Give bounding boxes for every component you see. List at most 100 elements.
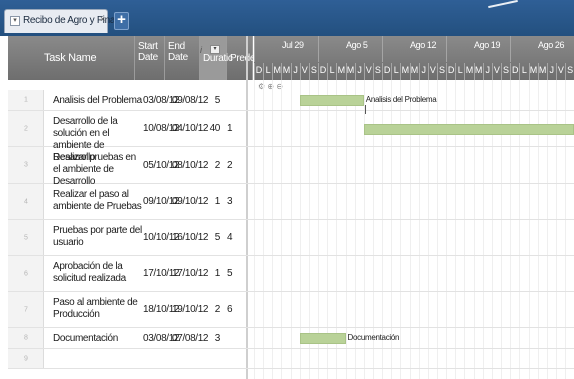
row-number[interactable]: 2	[8, 111, 44, 146]
predecessor-cell[interactable]: 3	[227, 196, 233, 208]
duration-cell[interactable]: 40	[204, 123, 221, 135]
end-date-cell[interactable]: 17/10/12	[172, 268, 208, 280]
table-row[interactable]: 4 Realizar el paso al ambiente de Pruebas…	[8, 184, 574, 220]
day-label: M	[345, 63, 355, 80]
predecessor-cell[interactable]: 4	[227, 232, 233, 244]
duration-cell[interactable]: 3	[204, 333, 221, 345]
predecessor-cell[interactable]: 1	[227, 123, 233, 135]
week-label: Ago 26	[538, 40, 565, 50]
table-row[interactable]: 3 Realizar pruebas en el ambiente de Desa…	[8, 147, 574, 187]
duration-cell[interactable]: 2	[204, 304, 221, 316]
column-header-end[interactable]: End Date	[165, 36, 200, 80]
predecessor-cell[interactable]: 5	[227, 268, 233, 280]
end-date-cell[interactable]: 09/10/12	[172, 196, 208, 208]
day-label: L	[455, 63, 464, 80]
grid-header: Task Name Start Date End Date Duratic Pr…	[8, 36, 265, 80]
day-label: D	[382, 63, 391, 80]
day-label: V	[491, 63, 501, 80]
day-label: L	[263, 63, 272, 80]
table-row[interactable]: 5 Pruebas por parte del usuario 10/10/12 16…	[8, 220, 574, 256]
day-label: M	[473, 63, 483, 80]
info-icon[interactable]: i	[200, 45, 202, 55]
day-label: M	[537, 63, 547, 80]
duration-cell[interactable]: 1	[204, 268, 221, 280]
day-label: J	[546, 63, 556, 80]
task-name-cell[interactable]: Aprobación de la solicitud realizada	[53, 261, 145, 285]
filter-dropdown-icon[interactable]: ▾	[210, 45, 220, 54]
column-header-task[interactable]: Task Name	[8, 36, 135, 80]
day-label: V	[363, 63, 373, 80]
task-bar[interactable]	[299, 95, 364, 106]
table-row[interactable]: 1 Analisis del Problema 03/08/12 09/08/12 5	[8, 90, 574, 111]
row-number[interactable]: 3	[8, 147, 44, 183]
tab-bar: ▾ Recibo de Agro y Finagro × +	[0, 0, 574, 36]
week-separator	[446, 36, 447, 62]
day-label: M	[272, 63, 281, 80]
week-label: Jul 29	[282, 40, 304, 50]
day-label: L	[391, 63, 400, 80]
row-number[interactable]: 5	[8, 220, 44, 255]
end-date-cell[interactable]: 07/08/12	[172, 333, 208, 345]
day-label: J	[354, 63, 364, 80]
day-label: M	[528, 63, 538, 80]
table-row[interactable]: 6 Aprobación de la solicitud realizada 17/…	[8, 256, 574, 292]
end-date-cell[interactable]: 04/10/12	[172, 123, 208, 135]
day-label: S	[308, 63, 318, 80]
predecessor-cell[interactable]: 2	[227, 160, 233, 172]
duration-cell[interactable]: 5	[204, 232, 221, 244]
duration-cell[interactable]: 2	[204, 160, 221, 172]
task-bar-label: Analisis del Problema	[365, 95, 437, 104]
day-label: S	[565, 63, 574, 80]
end-date-cell[interactable]: 08/10/12	[172, 160, 208, 172]
end-date-cell[interactable]: 16/10/12	[172, 232, 208, 244]
day-label: M	[464, 63, 473, 80]
task-name-cell[interactable]: Pruebas por parte del usuario	[53, 225, 145, 249]
logo-swoosh	[488, 0, 518, 9]
week-label: Ago 19	[474, 40, 501, 50]
row-number[interactable]: 7	[8, 292, 44, 327]
duration-cell[interactable]: 1	[204, 196, 221, 208]
column-header-predecessors[interactable]: Predece	[227, 36, 265, 80]
day-label: D	[318, 63, 327, 80]
task-name-cell[interactable]: Analisis del Problema	[53, 95, 145, 107]
task-name-cell[interactable]: Realizar el paso al ambiente de Pruebas	[53, 189, 145, 213]
day-label: D	[446, 63, 455, 80]
task-name-cell[interactable]: Documentación	[53, 333, 145, 345]
row-number[interactable]: 8	[8, 328, 44, 348]
table-row[interactable]: 9	[8, 349, 574, 369]
column-header-start[interactable]: Start Date	[135, 36, 165, 80]
day-label: S	[501, 63, 510, 80]
end-date-cell[interactable]: 19/10/12	[172, 304, 208, 316]
duration-cell[interactable]: 5	[204, 95, 221, 107]
week-label: Ago 12	[410, 40, 437, 50]
gantt-timeline-header: Jul 29 Ago 5 Ago 12 Ago 19 Ago 26 D L M M J V S D L M M…	[254, 36, 574, 80]
close-icon[interactable]: ×	[100, 14, 105, 24]
predecessor-cell[interactable]: 6	[227, 304, 233, 316]
day-label: S	[437, 63, 446, 80]
row-number[interactable]: 9	[8, 349, 44, 368]
day-label: J	[482, 63, 492, 80]
task-bar-label: Documentación	[347, 333, 400, 342]
row-number[interactable]: 6	[8, 256, 44, 291]
week-label: Ago 5	[346, 40, 368, 50]
task-name-cell[interactable]: Paso al ambiente de Producción	[53, 297, 145, 321]
week-separator	[318, 36, 319, 62]
day-label: M	[336, 63, 345, 80]
row-number[interactable]: 1	[8, 90, 44, 110]
day-label: J	[290, 63, 300, 80]
tab-menu-icon[interactable]: ▾	[10, 16, 20, 26]
tab-label: Recibo de Agro y Finagro	[23, 15, 129, 26]
day-label: S	[372, 63, 382, 80]
task-name-cell[interactable]: Realizar pruebas en el ambiente de Desar…	[53, 152, 145, 188]
table-row[interactable]: 7 Paso al ambiente de Producción 18/10/12 1…	[8, 292, 574, 328]
task-bar[interactable]	[299, 333, 346, 344]
column-header-duration[interactable]: Duratic	[200, 36, 233, 80]
row-number[interactable]: 4	[8, 184, 44, 219]
sheet-tab[interactable]: ▾ Recibo de Agro y Finagro ×	[4, 9, 129, 33]
week-separator	[382, 36, 383, 62]
add-tab-button[interactable]: +	[114, 12, 129, 30]
day-label: D	[510, 63, 519, 80]
task-bar[interactable]	[363, 123, 574, 135]
table-row[interactable]: 8 Documentación 03/08/12 07/08/12 3	[8, 328, 574, 349]
end-date-cell[interactable]: 09/08/12	[172, 95, 208, 107]
